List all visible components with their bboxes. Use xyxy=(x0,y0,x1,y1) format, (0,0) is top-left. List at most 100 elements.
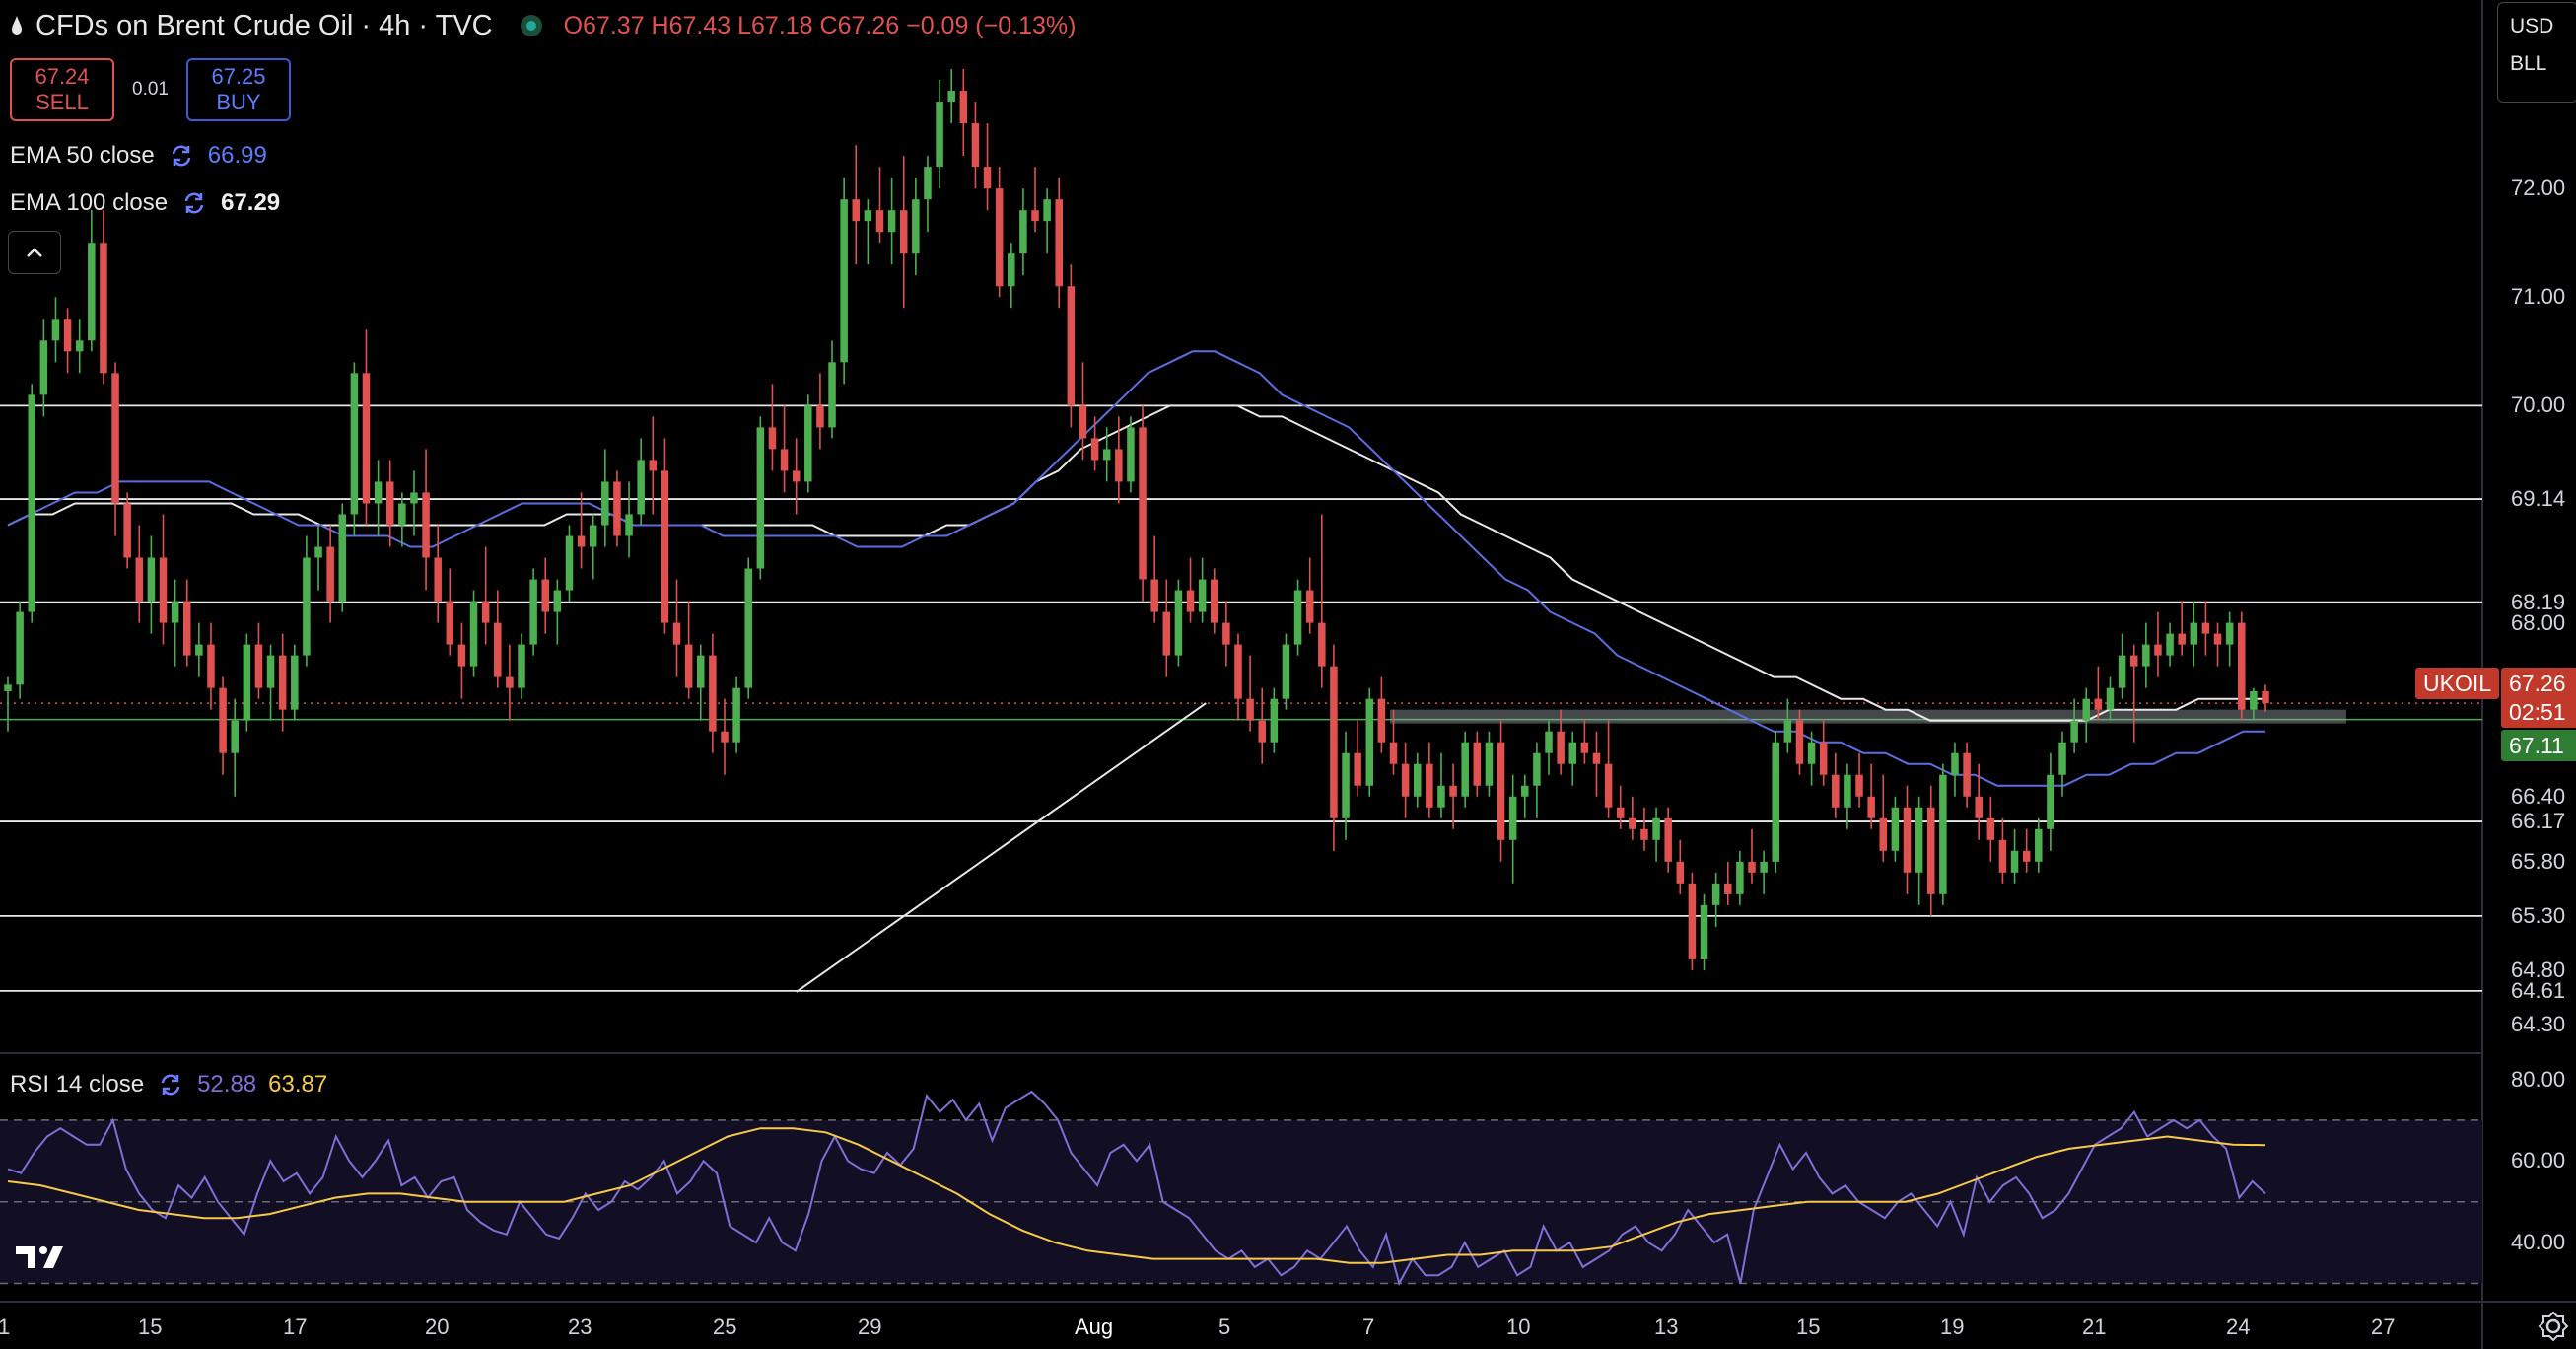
candle xyxy=(506,644,514,721)
candle xyxy=(254,622,263,699)
time-tick-label: 17 xyxy=(283,1314,308,1339)
candle xyxy=(207,622,215,710)
currency-unit-box[interactable]: USD BLL xyxy=(2497,2,2576,103)
candle xyxy=(875,167,884,244)
candle-body xyxy=(756,427,765,569)
buy-button[interactable]: 67.25 BUY xyxy=(185,58,291,121)
candle xyxy=(1305,557,1314,634)
refresh-cycle-icon[interactable] xyxy=(169,143,194,169)
candle xyxy=(792,438,801,515)
candle-body xyxy=(469,601,478,667)
candle xyxy=(63,308,72,374)
candle-body xyxy=(303,557,311,656)
candle-body xyxy=(672,622,681,645)
price-tick-label: 68.00 xyxy=(2511,609,2566,635)
candle-body xyxy=(398,503,406,526)
candle xyxy=(1127,416,1135,493)
candle-body xyxy=(1043,199,1051,222)
candle xyxy=(684,601,693,699)
buy-price: 67.25 xyxy=(211,64,266,89)
rsi-tick-label: 60.00 xyxy=(2511,1148,2566,1173)
candle xyxy=(1724,861,1732,905)
candle xyxy=(721,698,729,775)
candle-body xyxy=(506,676,514,688)
candle xyxy=(661,438,669,634)
candle-body xyxy=(195,644,203,656)
candle xyxy=(1008,243,1015,309)
candle xyxy=(1365,687,1374,797)
candle-body xyxy=(28,394,35,612)
candle-body xyxy=(1795,720,1804,764)
candle xyxy=(1844,763,1851,829)
chevron-up-icon xyxy=(27,248,42,257)
sell-button[interactable]: 67.24 SELL xyxy=(10,58,114,121)
candle-body xyxy=(1115,449,1123,482)
candle-body xyxy=(2058,742,2066,775)
legend-rsi[interactable]: RSI 14 close 52.88 63.87 xyxy=(10,1067,327,1102)
candle-body xyxy=(481,601,490,623)
candle xyxy=(756,416,765,580)
candle xyxy=(887,178,896,265)
candle-body xyxy=(1855,774,1863,797)
candle-body xyxy=(1926,807,1935,894)
candle-body xyxy=(1939,774,1947,894)
candle-body xyxy=(864,210,872,222)
candle xyxy=(28,384,35,623)
trade-panel: 67.24 SELL 0.01 67.25 BUY xyxy=(10,57,291,122)
candle xyxy=(1568,731,1577,786)
gear-icon[interactable] xyxy=(2537,1310,2570,1343)
candle xyxy=(672,579,681,677)
candle-body xyxy=(1616,807,1625,818)
candle-body xyxy=(231,720,239,753)
candle xyxy=(1198,557,1207,623)
candle xyxy=(637,438,645,526)
collapse-legend-button[interactable] xyxy=(8,231,61,274)
candle-body xyxy=(1305,590,1314,623)
candle-body xyxy=(51,319,60,341)
last-price-tag: 67.26 xyxy=(2501,668,2576,699)
symbol-tag: UKOIL xyxy=(2415,668,2500,699)
candle-body xyxy=(541,579,549,612)
legend-ema50[interactable]: EMA 50 close 66.99 xyxy=(10,138,267,174)
candle-body xyxy=(1389,742,1398,764)
price-tick-label: 69.14 xyxy=(2511,486,2566,512)
candle-body xyxy=(971,123,980,168)
candle xyxy=(1449,763,1457,829)
candle xyxy=(1688,872,1697,970)
candle xyxy=(1282,633,1290,710)
candle xyxy=(1377,676,1386,753)
candle xyxy=(2142,622,2150,688)
refresh-cycle-icon[interactable] xyxy=(158,1072,183,1098)
candle-body xyxy=(589,525,597,547)
rsi-tick-label: 80.00 xyxy=(2511,1066,2566,1092)
candle xyxy=(744,557,752,699)
candle xyxy=(613,470,621,547)
candle-body xyxy=(1354,752,1361,786)
chart-canvas[interactable] xyxy=(0,0,2576,1349)
candle-body xyxy=(2010,850,2019,873)
candle-body xyxy=(1580,742,1589,753)
candle-body xyxy=(912,199,920,254)
legend-ema100[interactable]: EMA 100 close 67.29 xyxy=(10,185,280,221)
candle-body xyxy=(350,373,359,515)
candle-body xyxy=(1318,622,1326,667)
countdown-tag: 02:51 xyxy=(2501,696,2576,728)
time-tick-label: 10 xyxy=(1506,1314,1531,1339)
candle xyxy=(1521,774,1529,818)
symbol-title[interactable]: CFDs on Brent Crude Oil · 4h · TVC xyxy=(35,10,493,42)
candle-body xyxy=(1222,622,1230,645)
candle-body xyxy=(1437,785,1445,808)
candle xyxy=(768,384,777,471)
candle-body xyxy=(1676,861,1685,884)
candle-body xyxy=(995,188,1004,287)
refresh-cycle-icon[interactable] xyxy=(181,190,207,216)
candle xyxy=(2238,611,2246,721)
candle-body xyxy=(613,481,621,536)
candle-body xyxy=(1891,807,1900,851)
candle xyxy=(995,167,1004,298)
candle-body xyxy=(1019,210,1027,254)
candle xyxy=(457,622,466,699)
candle xyxy=(828,340,836,439)
candle-body xyxy=(721,731,729,743)
candle-body xyxy=(457,644,466,667)
